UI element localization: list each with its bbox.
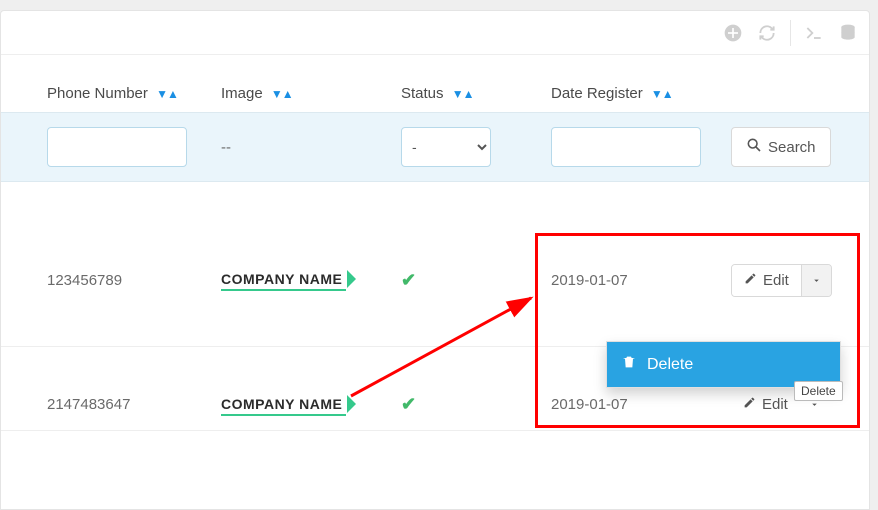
edit-button-label: Edit [763, 272, 789, 289]
table-row: 123456789 COMPANY NAME ✔ 2019-01-07 Edit [1, 182, 869, 347]
filter-status-select[interactable]: - [401, 127, 491, 167]
edit-button-group: Edit [731, 264, 832, 297]
edit-button[interactable]: Edit [732, 265, 801, 296]
panel-toolbar [1, 11, 869, 55]
company-chip: COMPANY NAME [221, 394, 346, 416]
cell-phone: 123456789 [47, 272, 122, 289]
edit-button[interactable]: Edit [731, 389, 800, 420]
pencil-icon [743, 396, 756, 413]
add-icon[interactable] [722, 22, 744, 44]
search-button-label: Search [768, 139, 816, 156]
records-panel: Phone Number ▼▲ Image ▼▲ Status ▼▲ Date … [0, 10, 870, 510]
search-button[interactable]: Search [731, 127, 831, 167]
sort-status[interactable]: ▼▲ [452, 85, 475, 102]
sort-phone[interactable]: ▼▲ [156, 85, 179, 102]
row-actions-toggle[interactable] [801, 265, 831, 296]
edit-button-label: Edit [762, 396, 788, 413]
trash-icon [621, 354, 637, 375]
filter-image-placeholder: -- [221, 139, 231, 156]
status-check-icon: ✔ [401, 394, 416, 414]
cell-date: 2019-01-07 [551, 396, 628, 413]
filter-phone-input[interactable] [47, 127, 187, 167]
pencil-icon [744, 272, 757, 289]
delete-tooltip: Delete [794, 381, 843, 401]
col-status-label: Status [401, 85, 444, 102]
delete-menu-label: Delete [647, 356, 693, 374]
filter-row: -- - Search [1, 113, 869, 182]
col-image-label: Image [221, 85, 263, 102]
filter-date-input[interactable] [551, 127, 701, 167]
col-phone-label: Phone Number [47, 85, 148, 102]
toolbar-divider [790, 20, 791, 46]
refresh-icon[interactable] [756, 22, 778, 44]
cell-phone: 2147483647 [47, 396, 130, 413]
search-icon [746, 137, 762, 157]
sort-image[interactable]: ▼▲ [271, 85, 294, 102]
cell-date: 2019-01-07 [551, 272, 628, 289]
status-check-icon: ✔ [401, 270, 416, 290]
terminal-icon[interactable] [803, 22, 825, 44]
col-date-label: Date Register [551, 85, 643, 102]
company-chip: COMPANY NAME [221, 269, 346, 291]
database-icon[interactable] [837, 22, 859, 44]
sort-date[interactable]: ▼▲ [651, 85, 674, 102]
